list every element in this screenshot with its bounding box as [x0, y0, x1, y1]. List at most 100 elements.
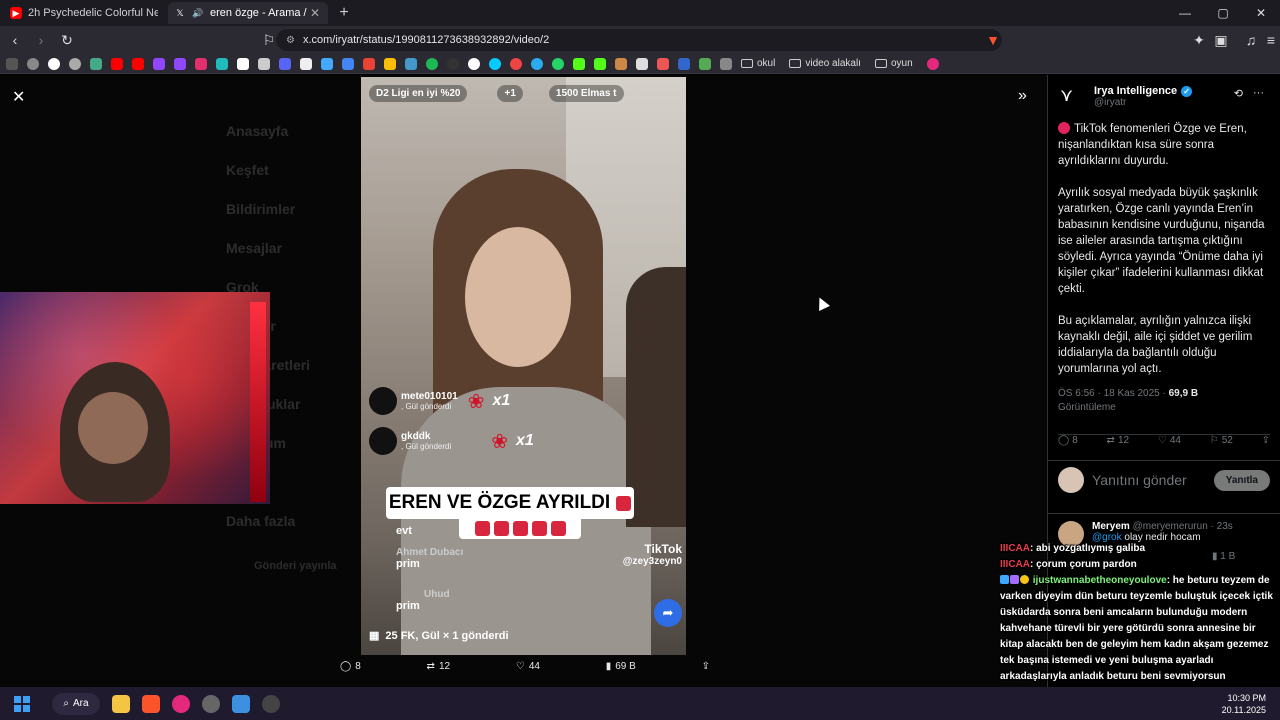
webcam-led-light [250, 302, 266, 502]
bookmark-icon[interactable] [216, 57, 228, 70]
twitch-icon[interactable] [153, 57, 165, 70]
site-info-icon[interactable]: ⚙ [286, 35, 295, 46]
chatgpt-icon[interactable] [69, 57, 81, 70]
live-comment: evt [396, 525, 412, 537]
repost-button[interactable]: ⇄ 12 [1107, 435, 1130, 446]
capcut-icon[interactable] [300, 57, 312, 70]
tab-youtube[interactable]: ▶ 2h Psychedelic Colorful Neon Backgr [4, 2, 164, 24]
bookmark-icon[interactable] [657, 57, 669, 70]
bookmark-icon[interactable] [321, 57, 333, 70]
minimize-button[interactable]: — [1166, 6, 1204, 20]
reply-author-name[interactable]: Meryem [1092, 521, 1130, 532]
close-tab-icon[interactable]: ✕ [308, 6, 322, 20]
file-explorer-icon[interactable] [112, 694, 130, 713]
bookmark-icon[interactable] [90, 57, 102, 70]
author-name[interactable]: Irya Intelligence [1094, 85, 1177, 97]
photos-icon[interactable] [232, 694, 250, 713]
live-top-bar: D2 Ligi en iyi %20 +1 1500 Elmas t [369, 85, 678, 102]
back-icon[interactable]: ‹ [4, 32, 26, 48]
bookmark-folder-oyun[interactable]: oyun [874, 58, 913, 69]
stream-chat-overlay: IIICAA: abi yozgatlıymış galiba IIICAA: … [1000, 541, 1280, 701]
bookmark-icon[interactable] [258, 57, 270, 70]
author-handle[interactable]: @iryatr [1094, 97, 1192, 108]
whatsapp-icon[interactable] [552, 57, 564, 70]
reload-icon[interactable]: ↻ [56, 32, 78, 49]
share-button[interactable]: ⇪ [702, 661, 710, 672]
bookmark-icon[interactable] [636, 57, 648, 70]
app-icon[interactable] [202, 694, 220, 713]
video-player[interactable]: D2 Ligi en iyi %20 +1 1500 Elmas t mete0… [361, 77, 686, 655]
reply-submit-button[interactable]: Yanıtla [1213, 469, 1270, 491]
verified-icon: ✓ [1181, 85, 1193, 97]
google-icon[interactable] [48, 57, 60, 70]
bookmark-folder-video[interactable]: video alakalı [789, 58, 861, 69]
taskbar-search[interactable]: ⌕ Ara [52, 692, 100, 715]
media-player-icon[interactable] [172, 694, 190, 713]
edge-icon[interactable] [489, 57, 501, 70]
kick-icon[interactable] [573, 57, 585, 70]
bookmark-icon[interactable] [720, 57, 732, 70]
views-button[interactable]: ▮ 69 B [606, 661, 636, 672]
repost-button[interactable]: ⇄ 12 [427, 661, 451, 672]
tweet-time[interactable]: ÖS 6:56 · 18 Kas 2025 · [1058, 388, 1169, 399]
kick-icon[interactable] [594, 57, 606, 70]
reply-icon: ◯ [1058, 435, 1070, 446]
reply-button[interactable]: ◯ 8 [340, 661, 361, 672]
tweet-author[interactable]: ⋎ Irya Intelligence ✓ @iryatr [1060, 85, 1193, 109]
taskbar-clock[interactable]: 10:30 PM 20.11.2025 [1222, 692, 1266, 716]
grok-icon[interactable]: ⟲ [1234, 87, 1243, 100]
media-icon[interactable]: ♫ [1240, 32, 1262, 48]
like-button[interactable]: ♡ 44 [516, 661, 540, 672]
more-icon[interactable]: ··· [1253, 87, 1264, 100]
bookmark-icon: ⚐ [1209, 435, 1219, 446]
bookmark-icon[interactable] [678, 57, 690, 70]
bookmark-icon[interactable] [447, 57, 459, 70]
telegram-icon[interactable] [531, 57, 543, 70]
drive-icon[interactable] [384, 57, 396, 70]
bookmark-button[interactable]: ⚐ 52 [1210, 435, 1233, 446]
views-label: Görüntüleme [1058, 402, 1116, 413]
history-icon[interactable] [27, 57, 39, 70]
reply-button[interactable]: ◯ 8 [1058, 435, 1078, 446]
sidebar-icon[interactable]: ▣ [1210, 32, 1232, 49]
github-icon[interactable] [468, 57, 480, 70]
bookmark-icon[interactable] [615, 57, 627, 70]
new-tab-button[interactable]: + [334, 4, 354, 22]
x-logo-icon: 𝕏 [176, 7, 184, 18]
spotify-icon[interactable] [426, 57, 438, 70]
obs-icon[interactable] [262, 694, 280, 713]
maximize-button[interactable]: ▢ [1204, 6, 1242, 20]
gmail-icon[interactable] [363, 57, 375, 70]
expand-panel-icon[interactable]: » [1018, 87, 1027, 105]
tab-x-search[interactable]: 𝕏 🔊 eren özge - Arama / X ✕ [168, 2, 328, 24]
docs-icon[interactable] [342, 57, 354, 70]
share-button[interactable]: ⇪ [1262, 435, 1270, 446]
close-window-button[interactable]: ✕ [1242, 6, 1280, 20]
close-viewer-icon[interactable]: ✕ [12, 87, 25, 107]
twitch-icon[interactable] [174, 57, 186, 70]
menu-icon[interactable]: ≡ [1260, 32, 1280, 48]
bookmark-icon[interactable] [405, 57, 417, 70]
discord-icon[interactable] [279, 57, 291, 70]
windows-start-icon[interactable] [14, 695, 30, 712]
rose-icon: ❀ [467, 390, 485, 413]
x-icon[interactable] [237, 57, 249, 70]
extensions-icon[interactable]: ✦ [1188, 32, 1210, 49]
forward-icon[interactable]: › [30, 32, 52, 48]
bookmark-folder-okul[interactable]: okul [741, 58, 775, 69]
youtube-icon[interactable] [111, 57, 123, 70]
reply-input[interactable]: Yanıtını gönder [1092, 472, 1214, 488]
red-circle-icon [1058, 122, 1070, 134]
brave-shield-icon[interactable]: ▼ [982, 32, 1004, 48]
youtube-icon[interactable] [132, 57, 144, 70]
speaker-icon[interactable]: 🔊 [192, 7, 204, 19]
bookmark-icon[interactable] [510, 57, 522, 70]
apps-icon[interactable] [6, 57, 18, 70]
bookmark-icon[interactable] [699, 57, 711, 70]
instagram-icon[interactable] [195, 57, 207, 70]
tweet-actions: ◯ 8 ⇄ 12 ♡ 44 ⚐ 52 ⇪ [1058, 434, 1270, 446]
address-bar[interactable]: ⚙ x.com/iryatr/status/199081127363893289… [276, 29, 1002, 51]
bookmark-icon[interactable] [926, 57, 939, 70]
brave-browser-icon[interactable] [142, 694, 160, 713]
like-button[interactable]: ♡ 44 [1158, 435, 1181, 446]
